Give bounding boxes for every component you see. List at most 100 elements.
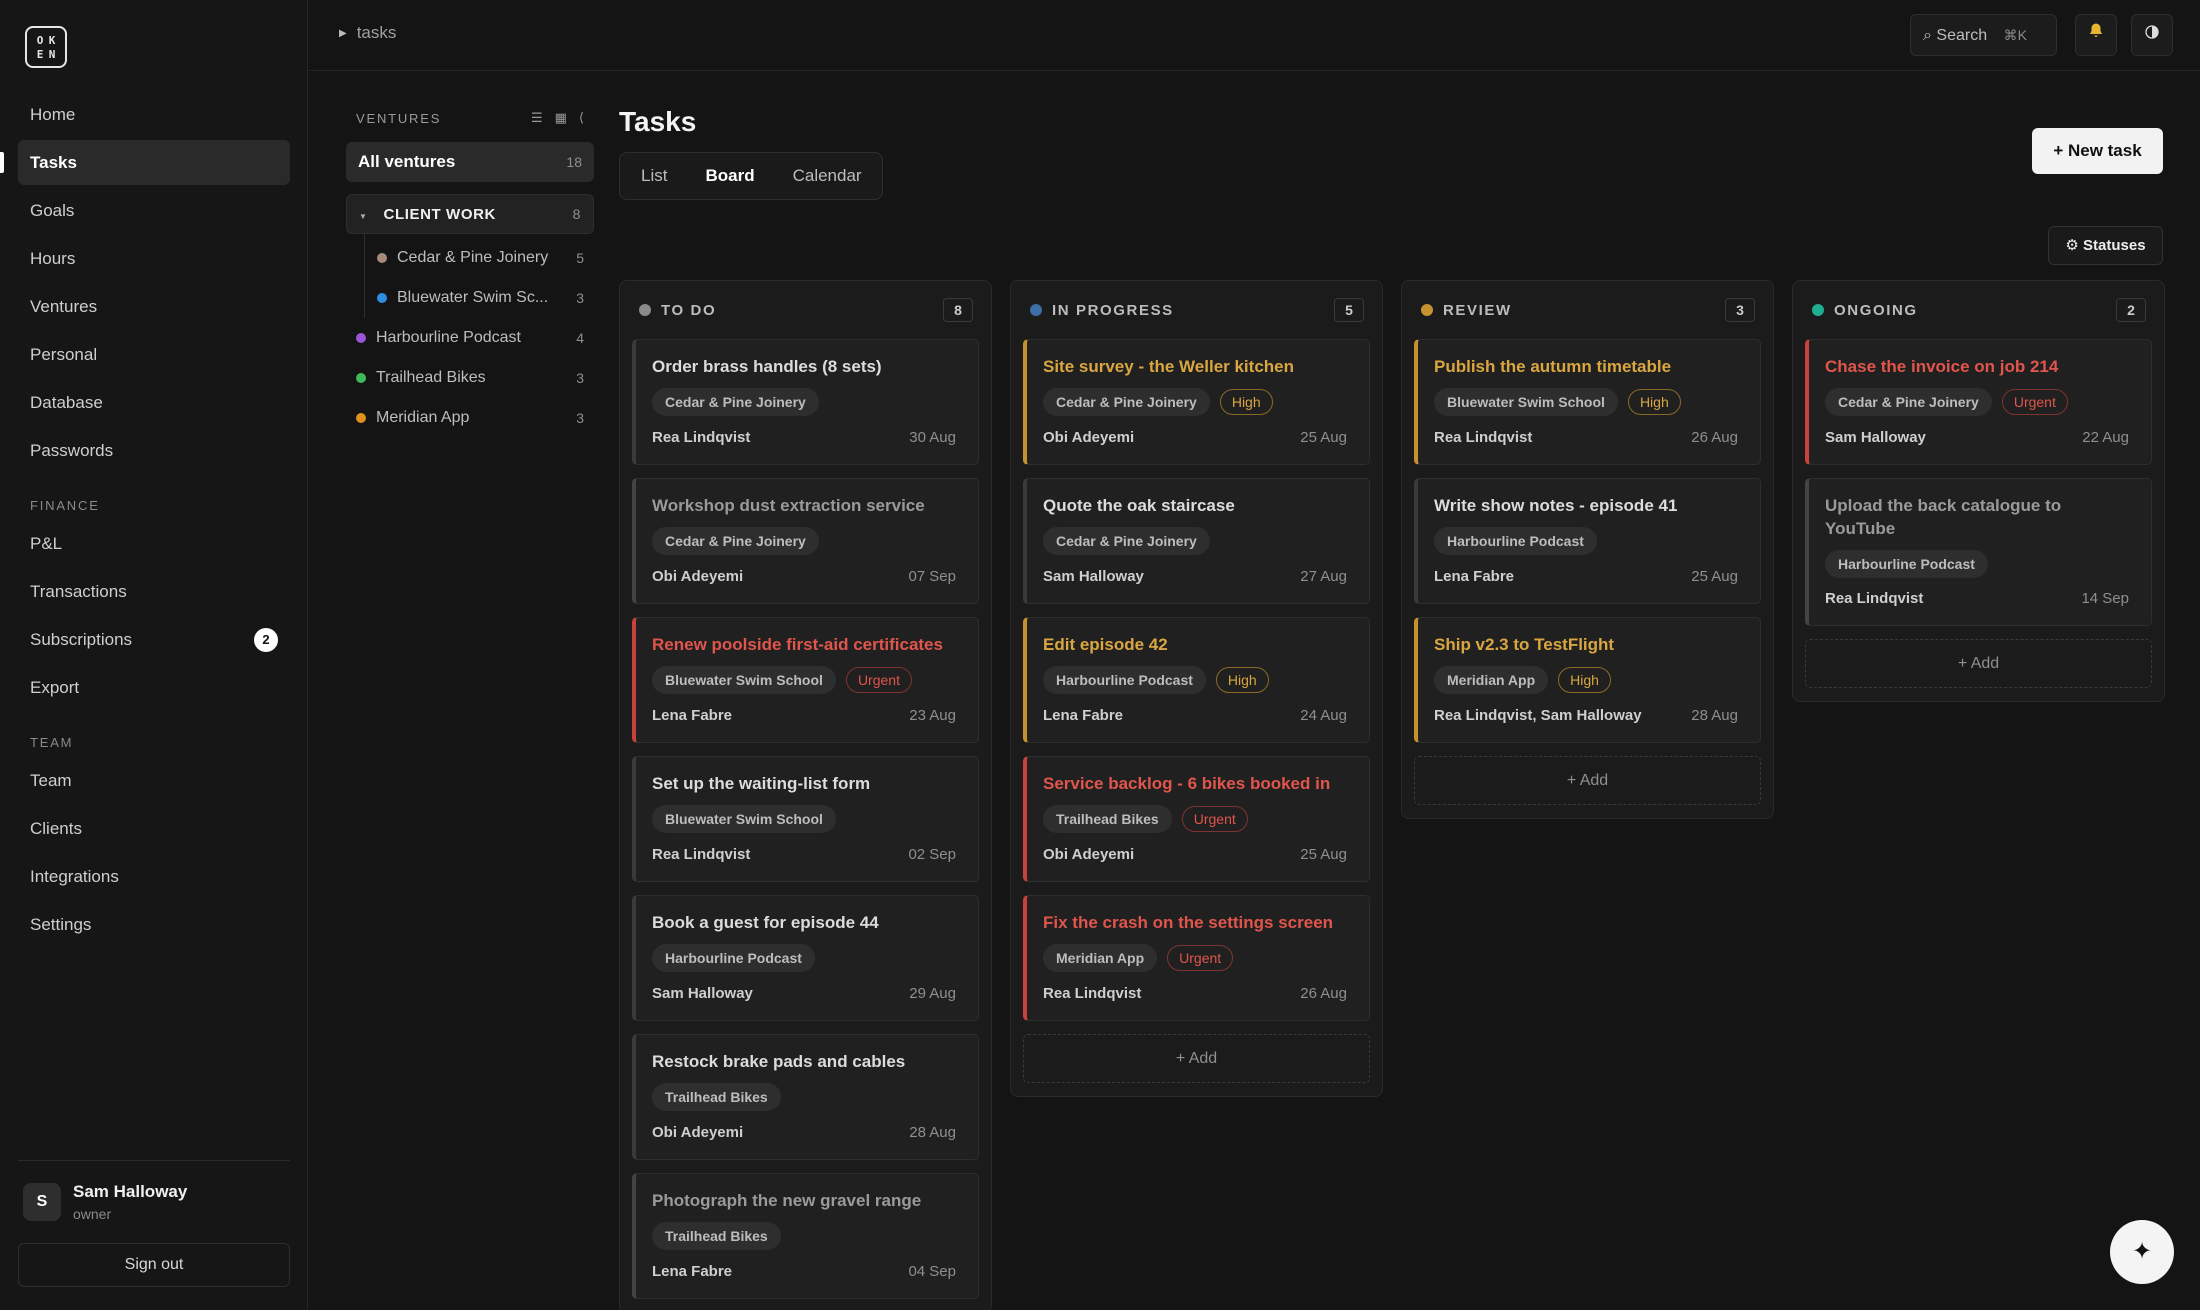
venture-count: 3 — [576, 290, 584, 306]
task-title: Restock brake pads and cables — [652, 1052, 906, 1071]
status-dot — [1421, 304, 1433, 316]
theme-toggle-button[interactable] — [2131, 14, 2173, 56]
venture-tag: Trailhead Bikes — [652, 1083, 781, 1111]
venture-group-client-work[interactable]: ▼ CLIENT WORK 8 — [346, 194, 594, 234]
venture-tag: Trailhead Bikes — [1043, 805, 1172, 833]
grid-view-icon[interactable]: ▦ — [555, 110, 567, 125]
venture-group-label: CLIENT WORK — [383, 205, 496, 223]
task-card[interactable]: Chase the invoice on job 214 Cedar & Pin… — [1805, 339, 2152, 465]
venture-tag: Harbourline Podcast — [1434, 527, 1597, 555]
new-task-button[interactable]: + New task — [2032, 128, 2163, 174]
venture-item-trailhead[interactable]: Trailhead Bikes 3 — [346, 358, 594, 398]
venture-tag: Trailhead Bikes — [652, 1222, 781, 1250]
nav-clients[interactable]: Clients — [18, 806, 290, 851]
task-card[interactable]: Workshop dust extraction service Cedar &… — [632, 478, 979, 604]
task-due-date: 23 Aug — [909, 707, 956, 724]
task-due-date: 27 Aug — [1300, 568, 1347, 585]
add-task-button[interactable]: + Add — [1805, 639, 2152, 688]
task-due-date: 24 Aug — [1300, 707, 1347, 724]
nav-export[interactable]: Export — [18, 665, 290, 710]
nav-hours[interactable]: Hours — [18, 236, 290, 281]
task-card[interactable]: Upload the back catalogue to YouTube Har… — [1805, 478, 2152, 626]
task-card[interactable]: Photograph the new gravel range Trailhea… — [632, 1173, 979, 1299]
ventures-panel: VENTURES ☰ ▦ ⟨ All ventures 18 ▼ CLIENT WOR… — [346, 104, 594, 438]
task-due-date: 22 Aug — [2082, 429, 2129, 446]
task-card[interactable]: Service backlog - 6 bikes booked in Trai… — [1023, 756, 1370, 882]
view-tabs: List Board Calendar — [619, 152, 883, 200]
tab-list[interactable]: List — [641, 166, 667, 186]
nav-section-team: TEAM — [30, 735, 74, 750]
task-title: Edit episode 42 — [1043, 635, 1168, 654]
venture-tag: Cedar & Pine Joinery — [652, 388, 819, 416]
nav-settings[interactable]: Settings — [18, 902, 290, 947]
task-title: Write show notes - episode 41 — [1434, 496, 1678, 515]
nav-tasks[interactable]: Tasks — [0, 140, 290, 185]
assistant-button[interactable]: ✦ — [2110, 1220, 2174, 1284]
ventures-heading: VENTURES — [356, 110, 442, 126]
add-task-button[interactable]: + Add — [1023, 1034, 1370, 1083]
venture-group-children: Cedar & Pine Joinery 5 Bluewater Swim Sc… — [364, 234, 594, 318]
task-card[interactable]: Restock brake pads and cables Trailhead … — [632, 1034, 979, 1160]
user-profile[interactable]: S Sam Halloway owner — [23, 1182, 187, 1222]
task-title: Fix the crash on the settings screen — [1043, 913, 1334, 932]
ventures-all[interactable]: All ventures 18 — [346, 142, 594, 182]
nav-ventures[interactable]: Ventures — [18, 284, 290, 329]
column-header: TO DO 8 — [632, 281, 979, 339]
logo-letter: K — [48, 33, 56, 47]
task-assignee: Rea Lindqvist, Sam Halloway — [1434, 707, 1642, 724]
task-card[interactable]: Book a guest for episode 44 Harbourline … — [632, 895, 979, 1021]
nav-home[interactable]: Home — [18, 92, 290, 137]
nav-subscriptions[interactable]: Subscriptions 2 — [18, 617, 290, 662]
column-title: TO DO — [661, 301, 717, 319]
nav-personal[interactable]: Personal — [18, 332, 290, 377]
venture-name: Bluewater Swim Sc... — [397, 289, 549, 306]
breadcrumb[interactable]: ▶ tasks — [339, 23, 396, 43]
venture-item-meridian[interactable]: Meridian App 3 — [346, 398, 594, 438]
tab-board[interactable]: Board — [705, 166, 754, 186]
nav-transactions[interactable]: Transactions — [18, 569, 290, 614]
task-card[interactable]: Set up the waiting-list form Bluewater S… — [632, 756, 979, 882]
venture-name: Meridian App — [376, 409, 470, 426]
notifications-button[interactable] — [2075, 14, 2117, 56]
task-assignee: Lena Fabre — [1434, 568, 1515, 585]
task-card[interactable]: Edit episode 42 Harbourline Podcast High… — [1023, 617, 1370, 743]
venture-item-harbourline[interactable]: Harbourline Podcast 4 — [346, 318, 594, 358]
add-task-button[interactable]: + Add — [1414, 756, 1761, 805]
task-card[interactable]: Renew poolside first-aid certificates Bl… — [632, 617, 979, 743]
search-icon: ⌕ — [1923, 27, 1932, 44]
task-card[interactable]: Ship v2.3 to TestFlight Meridian App Hig… — [1414, 617, 1761, 743]
task-due-date: 04 Sep — [908, 1263, 956, 1280]
nav-goals[interactable]: Goals — [18, 188, 290, 233]
task-card[interactable]: Quote the oak staircase Cedar & Pine Joi… — [1023, 478, 1370, 604]
top-bar: ▶ tasks ⌕ Search ⌘K — [309, 0, 2200, 71]
statuses-button[interactable]: ⚙ Statuses — [2048, 226, 2163, 265]
nav-database[interactable]: Database — [18, 380, 290, 425]
venture-item-cedar-pine[interactable]: Cedar & Pine Joinery 5 — [365, 238, 594, 278]
nav-pnl[interactable]: P&L — [18, 521, 290, 566]
task-card[interactable]: Order brass handles (8 sets) Cedar & Pin… — [632, 339, 979, 465]
board-column: REVIEW 3 Publish the autumn timetable Bl… — [1401, 280, 1774, 819]
main-nav: Home Tasks Goals Hours Ventures Personal… — [0, 92, 290, 950]
tab-calendar[interactable]: Calendar — [793, 166, 862, 186]
search-button[interactable]: ⌕ Search ⌘K — [1910, 14, 2057, 56]
task-due-date: 29 Aug — [909, 985, 956, 1002]
task-card[interactable]: Publish the autumn timetable Bluewater S… — [1414, 339, 1761, 465]
priority-badge: High — [1627, 389, 1681, 415]
sign-out-button[interactable]: Sign out — [18, 1243, 290, 1287]
task-assignee: Obi Adeyemi — [652, 1124, 744, 1141]
task-card[interactable]: Site survey - the Weller kitchen Cedar &… — [1023, 339, 1370, 465]
priority-badge: High — [1558, 667, 1611, 693]
venture-tag: Cedar & Pine Joinery — [1043, 527, 1210, 555]
list-view-icon[interactable]: ☰ — [531, 110, 543, 125]
nav-passwords[interactable]: Passwords — [18, 428, 290, 473]
nav-team[interactable]: Team — [18, 758, 290, 803]
venture-item-bluewater[interactable]: Bluewater Swim Sc... 3 — [365, 278, 594, 318]
subscriptions-count-badge: 2 — [254, 628, 278, 652]
venture-color-dot — [356, 373, 366, 383]
task-due-date: 07 Sep — [908, 568, 956, 585]
app-logo[interactable]: O K E N — [25, 26, 67, 68]
nav-integrations[interactable]: Integrations — [18, 854, 290, 899]
collapse-panel-icon[interactable]: ⟨ — [579, 110, 584, 125]
task-card[interactable]: Write show notes - episode 41 Harbourlin… — [1414, 478, 1761, 604]
task-card[interactable]: Fix the crash on the settings screen Mer… — [1023, 895, 1370, 1021]
